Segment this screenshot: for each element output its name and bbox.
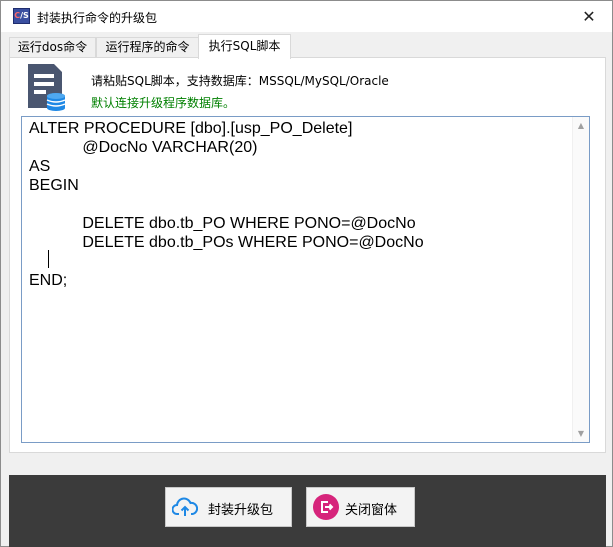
app-icon: C/S — [13, 8, 30, 24]
package-upgrade-button[interactable]: 封装升级包 — [165, 487, 292, 527]
footer-bar: 封装升级包 关闭窗体 — [9, 475, 606, 547]
sql-script-text[interactable]: ALTER PROCEDURE [dbo].[usp_PO_Delete] @D… — [29, 119, 564, 290]
tab-execute-sql-script[interactable]: 执行SQL脚本 — [198, 34, 291, 59]
package-upgrade-label: 封装升级包 — [208, 503, 274, 518]
tab-run-dos-command[interactable]: 运行dos命令 — [9, 37, 96, 58]
tab-strip: 运行dos命令 运行程序的命令 执行SQL脚本 — [9, 34, 606, 59]
title-bar[interactable]: C/S 封装执行命令的升级包 ✕ — [1, 1, 612, 32]
cloud-upload-icon — [172, 497, 198, 516]
close-form-button[interactable]: 关闭窗体 — [306, 487, 415, 527]
sql-script-panel: 请粘贴SQL脚本，支持数据库：MSSQL/MySQL/Oracle 默认连接升级… — [9, 57, 606, 453]
scroll-down-arrow-icon[interactable]: ▼ — [573, 425, 589, 442]
close-form-label: 关闭窗体 — [345, 503, 398, 518]
scroll-up-arrow-icon[interactable]: ▲ — [573, 117, 589, 134]
main-window: C/S 封装执行命令的升级包 ✕ 运行dos命令 运行程序的命令 执行SQL脚本… — [0, 0, 613, 547]
sql-document-database-icon — [28, 64, 66, 111]
sql-script-editor[interactable]: ALTER PROCEDURE [dbo].[usp_PO_Delete] @D… — [21, 116, 590, 443]
editor-vertical-scrollbar[interactable]: ▲ ▼ — [572, 117, 589, 442]
default-connection-hint: 默认连接升级程序数据库。 — [91, 96, 236, 110]
supported-databases-label: 请粘贴SQL脚本，支持数据库：MSSQL/MySQL/Oracle — [91, 74, 389, 88]
tab-run-program-command[interactable]: 运行程序的命令 — [96, 37, 199, 58]
close-window-button[interactable]: ✕ — [566, 1, 612, 32]
exit-icon — [313, 494, 339, 520]
text-caret — [48, 250, 49, 268]
window-title: 封装执行命令的升级包 — [37, 11, 158, 25]
